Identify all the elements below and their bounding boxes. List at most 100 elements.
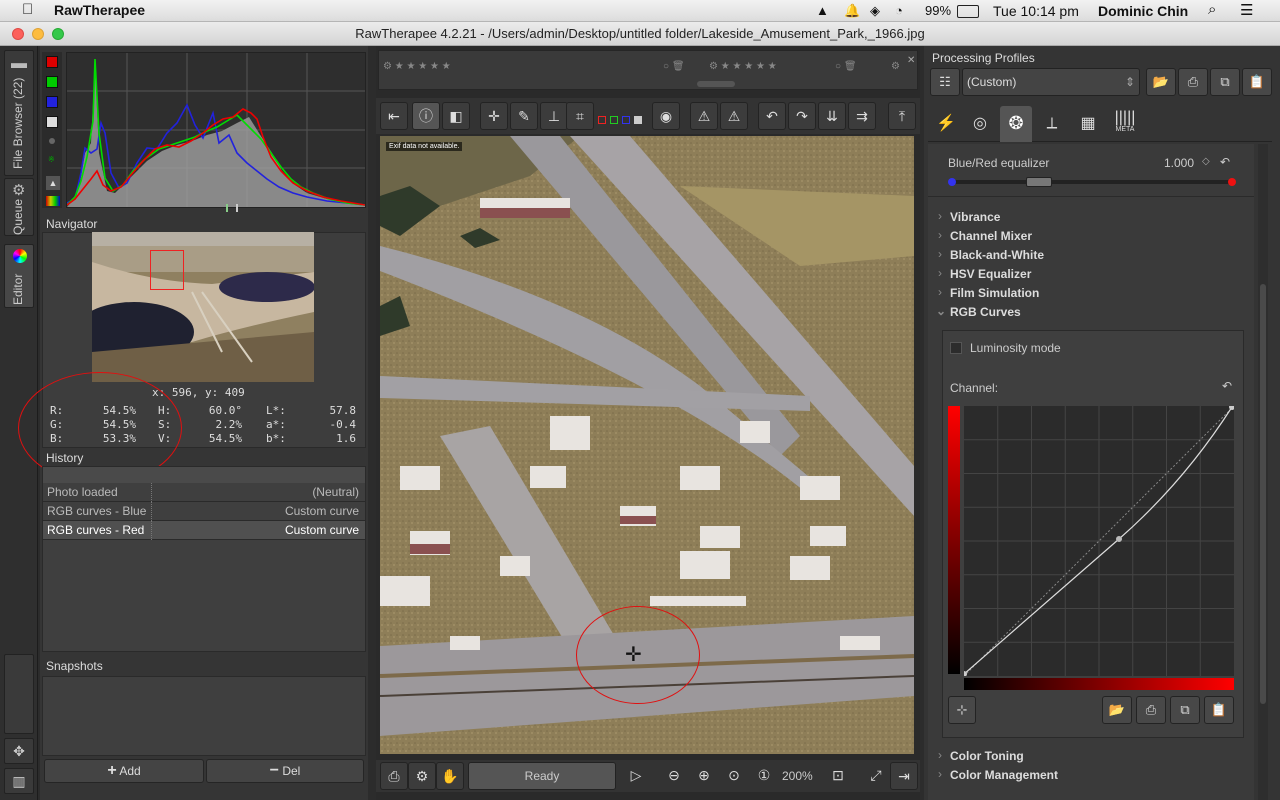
info-icon[interactable]: ⓘ [412,102,440,130]
queue-icon[interactable]: ⚙ [408,762,436,790]
scrollbar-thumb[interactable] [1260,284,1266,704]
preview-luminance-icon[interactable] [634,116,642,124]
new-detail-window-icon[interactable]: ⊡ [824,762,852,790]
edit-point-icon[interactable]: ⊹ [948,696,976,724]
tab-transform[interactable]: ⟂ [1036,108,1068,142]
section-channel-mixer[interactable]: Channel Mixer [938,228,1032,243]
edit-external-icon[interactable]: ✋ [436,762,464,790]
copy-profile-icon[interactable]: ⧉ [1210,68,1240,96]
equalizer-slider-track[interactable] [952,180,1232,184]
clock[interactable]: Tue 10:14 pm [993,3,1079,19]
save-image-icon[interactable]: ⎙ [380,762,408,790]
hide-left-panel-icon[interactable]: ⇤ [380,102,408,130]
section-hsv-equalizer[interactable]: HSV Equalizer [938,266,1031,281]
move-panels-icon[interactable]: ✥ [4,738,34,764]
paste-curve-icon[interactable]: 📋 [1204,696,1234,724]
tab-color[interactable]: ❂ [1000,106,1032,142]
history-item[interactable]: RGB curves - Blue Custom curve [43,502,365,521]
rotate-left-icon[interactable]: ↶ [758,102,786,130]
rotate-right-icon[interactable]: ↷ [788,102,816,130]
section-black-and-white[interactable]: Black-and-White [938,247,1044,262]
raw-toggle[interactable] [49,138,55,144]
history-item[interactable]: Photo loaded (Neutral) [43,483,365,502]
drive-icon[interactable]: ▲ [816,3,829,18]
flip-horizontal-icon[interactable]: ⇉ [848,102,876,130]
chroma-toggle[interactable]: ※ [48,155,55,164]
filmstrip-thumb-1[interactable]: ⚙ ★ ★ ★ ★ ★ ○ 🗑 [383,61,693,77]
navigator-viewport-box[interactable] [150,250,184,290]
spin-icon[interactable]: ◇ [1202,156,1210,167]
copy-curve-icon[interactable]: ⧉ [1170,696,1200,724]
tab-file-browser[interactable]: ▬ File Browser (22) [4,50,34,176]
green-channel-toggle[interactable] [46,76,58,88]
tab-queue[interactable]: ⚙ Queue [4,178,34,236]
filmstrip-thumb-2[interactable]: ⚙ ★ ★ ★ ★ ★ ○ 🗑 [709,61,889,77]
paste-profile-icon[interactable]: 📋 [1242,68,1272,96]
rgb-bar-toggle[interactable] [46,196,60,206]
tab-metadata[interactable]: ||||| META [1108,110,1142,142]
close-filmstrip-icon[interactable]: ✕ [907,55,915,66]
zoom-window-button[interactable] [52,28,64,40]
tool-panel-scrollbar[interactable] [1258,144,1268,800]
tab-exposure[interactable]: ⚡ [930,108,962,142]
delete-snapshot-button[interactable]: − Del [206,759,364,783]
fullscreen-toggle-icon[interactable]: ⤢ [862,762,890,790]
reset-icon[interactable]: ↶ [1220,155,1230,169]
preview-blue-icon[interactable] [622,116,630,124]
load-curve-icon[interactable]: 📂 [1102,696,1132,724]
tab-editor[interactable]: Editor [4,244,34,308]
section-vibrance[interactable]: Vibrance [938,209,1001,224]
zoom-100-icon[interactable]: ① [750,762,778,790]
luminance-toggle[interactable] [46,116,58,128]
luminosity-checkbox[interactable] [950,342,962,354]
hand-tool-icon[interactable]: ✛ [480,102,508,130]
highlight-clipping-icon[interactable]: ⚠ [720,102,748,130]
notification-center-icon[interactable]: ☰ [1240,1,1253,19]
hide-top-panel-icon[interactable]: ⤒ [888,102,916,130]
spotlight-icon[interactable]: ⌕ [1208,1,1216,18]
profile-select[interactable]: (Custom) ⇕ [962,68,1140,96]
filmstrip-scrollbar[interactable] [697,81,735,87]
apple-icon[interactable]:  [22,1,33,18]
close-window-button[interactable] [12,28,24,40]
focus-mask-icon[interactable]: ◉ [652,102,680,130]
minimize-window-button[interactable] [32,28,44,40]
battery-percent[interactable]: 99% [925,3,951,18]
user-name[interactable]: Dominic Chin [1098,3,1188,19]
tab-raw[interactable]: ▦ [1072,108,1104,142]
section-color-toning[interactable]: Color Toning [938,748,1024,763]
preview-green-icon[interactable] [610,116,618,124]
image-preview[interactable]: Exif data not available. ✛ [380,136,914,754]
reset-curves-icon[interactable]: ↶ [1222,379,1232,393]
red-channel-toggle[interactable] [46,56,58,68]
zoom-in-icon[interactable]: ⊕ [690,762,718,790]
section-film-simulation[interactable]: Film Simulation [938,285,1039,300]
crop-icon[interactable]: ⌗ [566,102,594,130]
profile-list-icon[interactable]: ☷ [930,68,960,96]
white-balance-picker-icon[interactable]: ✎ [510,102,538,130]
equalizer-slider-thumb[interactable] [1026,177,1052,187]
section-rgb-curves[interactable]: ⌄ RGB Curves [936,304,1021,319]
before-after-icon[interactable]: ◧ [442,102,470,130]
dropbox-icon[interactable]: ◈ [870,3,880,19]
battery-icon[interactable] [957,5,979,18]
blue-channel-toggle[interactable] [46,96,58,108]
equalizer-value[interactable]: 1.000 [1164,156,1194,170]
navigator-preview[interactable] [92,232,314,382]
flip-vertical-icon[interactable]: ⇊ [818,102,846,130]
add-snapshot-button[interactable]: + Add [44,759,204,783]
bar-toggle[interactable]: ▲ [46,176,60,190]
straighten-icon[interactable]: ⊥ [540,102,568,130]
notification-icon[interactable]: 🔔 [844,3,860,19]
load-profile-icon[interactable]: 📂 [1146,68,1176,96]
wifi-icon[interactable]: ◔ [895,3,903,18]
section-color-management[interactable]: Color Management [938,767,1058,782]
save-curve-icon[interactable]: ⎙ [1136,696,1166,724]
app-menu[interactable]: RawTherapee [54,2,145,18]
preview-red-icon[interactable] [598,116,606,124]
zoom-fit-icon[interactable]: ⊙ [720,762,748,790]
fullscreen-icon[interactable]: ▥ [4,768,34,794]
shadow-clipping-icon[interactable]: ⚠ [690,102,718,130]
tab-details[interactable]: ◎ [964,108,996,142]
history-item-selected[interactable]: RGB curves - Red Custom curve [43,521,365,540]
